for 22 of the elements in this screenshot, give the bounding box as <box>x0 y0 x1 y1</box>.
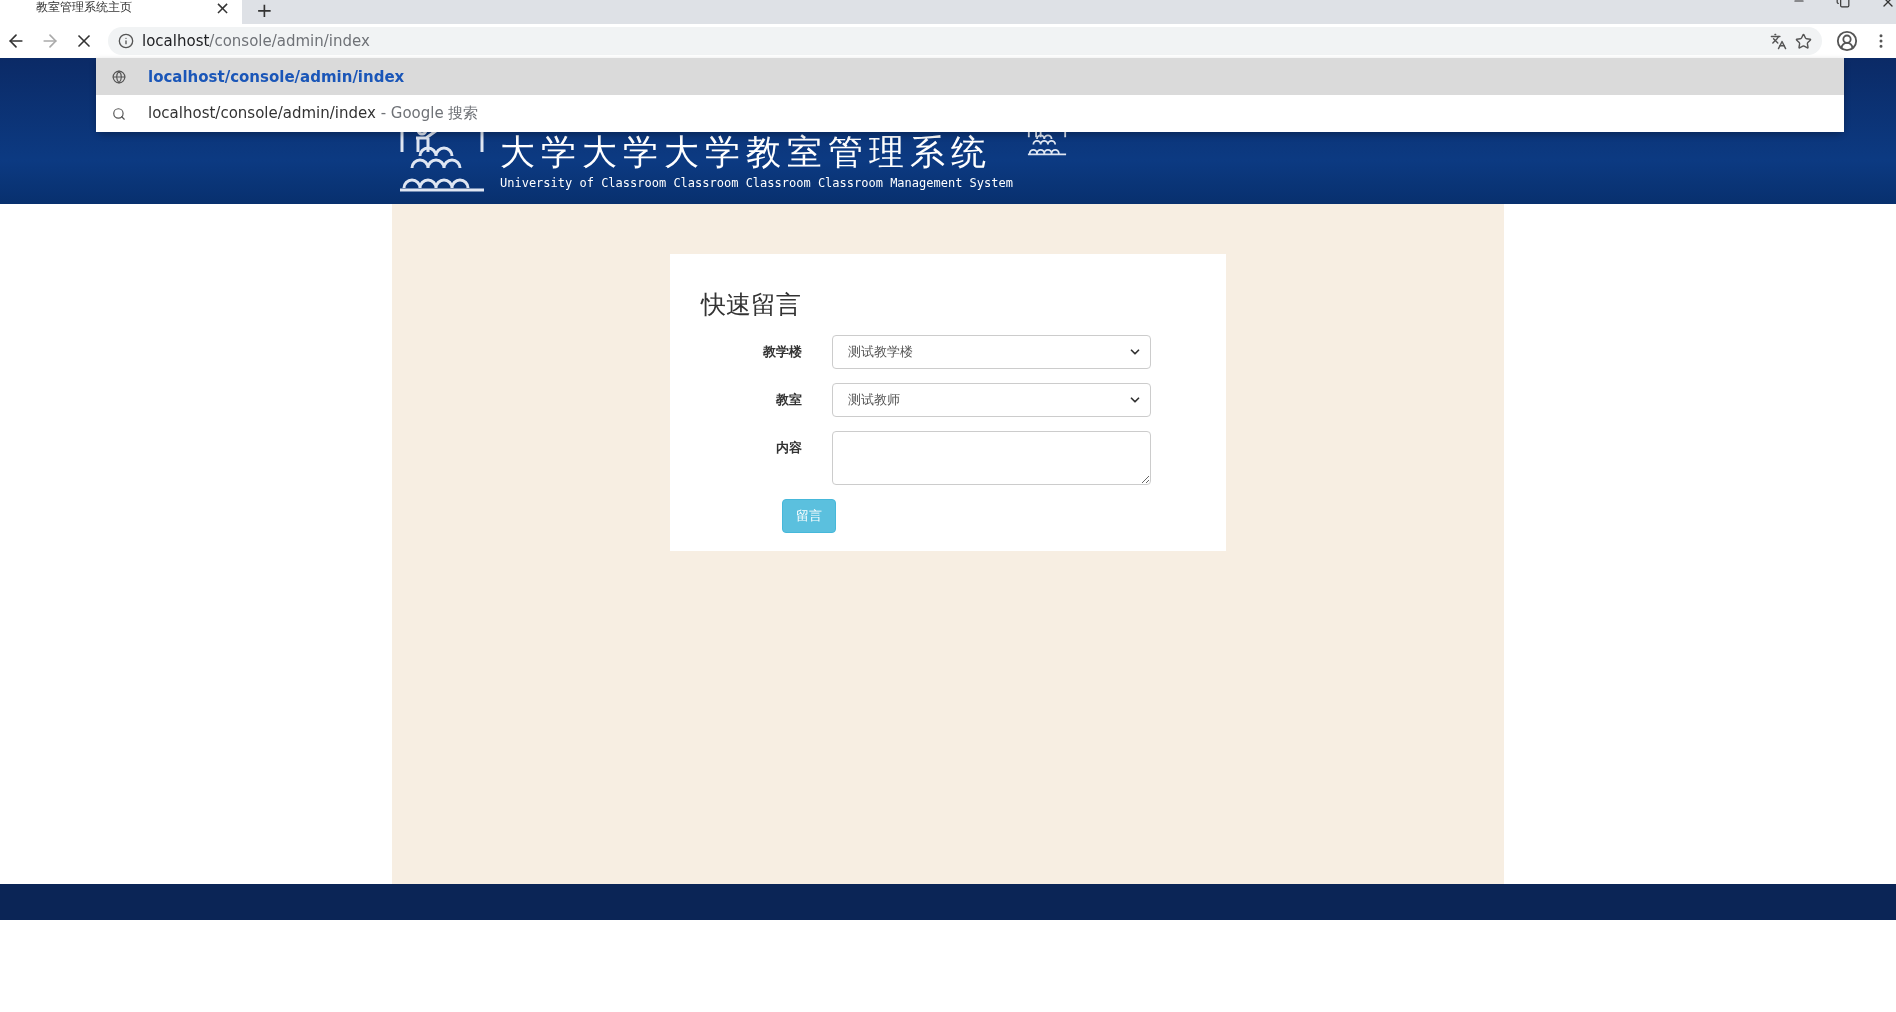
address-text: localhost/console/admin/index <box>142 32 370 50</box>
select-field[interactable]: 测试教师 <box>832 383 1151 417</box>
suggestion-item[interactable]: localhost/console/admin/index <box>96 58 1844 95</box>
info-icon <box>118 33 134 49</box>
browser-tab[interactable]: 教室管理系统主页 × <box>0 0 242 24</box>
bookmark-star-icon[interactable] <box>1795 32 1812 50</box>
tab-title: 教室管理系统主页 <box>36 0 132 16</box>
site-subtitle: University of Classroom Classroom Classroom Classroom Management System <box>500 176 1013 190</box>
tab-close-button[interactable]: × <box>214 0 230 18</box>
card-title: 快速留言 <box>701 289 802 321</box>
field-label: 教学楼 <box>762 343 802 361</box>
suggestion-item[interactable]: localhost/console/admin/index - Google 搜索 <box>96 95 1844 132</box>
field-label: 教室 <box>775 391 802 409</box>
globe-icon <box>112 69 126 84</box>
new-tab-button[interactable]: + <box>256 0 273 20</box>
address-bar[interactable]: localhost/console/admin/index <box>108 27 1822 55</box>
site-title: 大学大学大学教室管理系统 <box>500 135 993 170</box>
select-field[interactable]: 测试教学楼 <box>832 335 1151 369</box>
account-icon[interactable] <box>1836 30 1858 52</box>
field-label: 内容 <box>775 439 802 457</box>
translate-icon[interactable] <box>1770 32 1787 50</box>
search-icon <box>112 106 126 121</box>
